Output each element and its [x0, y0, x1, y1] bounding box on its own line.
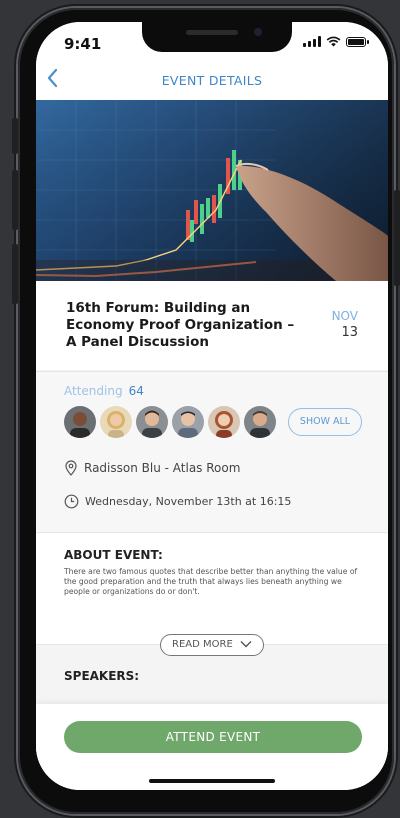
battery-icon — [346, 36, 369, 47]
nav-bar: EVENT DETAILS — [36, 62, 388, 100]
avatar[interactable] — [64, 406, 96, 438]
chevron-down-icon — [240, 641, 252, 648]
avatar[interactable] — [244, 406, 276, 438]
datetime-text: Wednesday, November 13th at 16:15 — [85, 495, 292, 508]
event-hero-image — [36, 100, 388, 281]
event-title: 16th Forum: Building an Economy Proof Or… — [66, 300, 295, 350]
bottom-action-bar: ATTEND EVENT — [36, 704, 388, 790]
location-pin-icon — [65, 460, 77, 476]
wifi-icon — [326, 36, 341, 47]
event-datetime: Wednesday, November 13th at 16:15 — [64, 494, 291, 509]
attending-count: 64 — [128, 384, 144, 398]
home-indicator[interactable] — [149, 779, 275, 783]
avatar[interactable] — [208, 406, 240, 438]
screen: 9:41 EVENT DETAILS 16th Forum: Building … — [36, 22, 388, 790]
volume-down-button — [12, 244, 18, 304]
stock-chart-illustration — [36, 100, 388, 281]
about-section: ABOUT EVENT: There are two famous quotes… — [36, 532, 388, 656]
event-header: 16th Forum: Building an Economy Proof Or… — [36, 281, 388, 370]
event-month: NOV — [331, 309, 358, 323]
attend-event-button[interactable]: ATTEND EVENT — [64, 721, 362, 753]
earpiece-speaker — [186, 30, 238, 35]
avatar[interactable] — [172, 406, 204, 438]
volume-up-button — [12, 170, 18, 230]
status-time: 9:41 — [64, 35, 102, 53]
signal-icon — [303, 36, 321, 47]
event-location: Radisson Blu - Atlas Room — [64, 460, 240, 476]
status-icons — [303, 36, 369, 47]
location-text: Radisson Blu - Atlas Room — [84, 461, 241, 475]
show-all-button[interactable]: SHOW ALL — [288, 408, 362, 436]
page-title: EVENT DETAILS — [161, 73, 263, 88]
attending-label: Attending 64 — [64, 384, 144, 398]
read-more-button[interactable]: READ MORE — [160, 634, 264, 656]
mute-switch — [12, 118, 18, 154]
avatar[interactable] — [136, 406, 168, 438]
notch — [142, 22, 292, 52]
about-heading: ABOUT EVENT: — [64, 548, 163, 562]
attendee-avatars[interactable] — [64, 406, 276, 438]
event-info: Attending 64 SHOW ALL Radisson Blu - Atla… — [36, 371, 388, 533]
front-camera — [254, 28, 262, 36]
speakers-heading: SPEAKERS: — [64, 669, 140, 683]
event-day: 13 — [341, 325, 358, 340]
avatar[interactable] — [100, 406, 132, 438]
about-text: There are two famous quotes that describ… — [64, 567, 358, 596]
power-button — [394, 190, 400, 286]
clock-icon — [64, 494, 79, 509]
